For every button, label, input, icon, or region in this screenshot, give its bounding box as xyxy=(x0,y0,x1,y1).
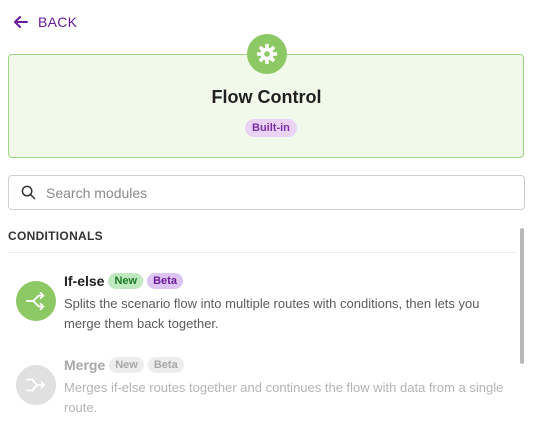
module-description: Merges if-else routes together and conti… xyxy=(64,380,504,415)
merge-icon xyxy=(16,365,56,405)
section-divider xyxy=(8,252,516,253)
search-icon xyxy=(21,185,36,200)
new-badge: New xyxy=(109,357,144,373)
page-title: Flow Control xyxy=(211,87,322,107)
search-box[interactable] xyxy=(8,175,525,210)
module-name: If-else xyxy=(64,273,105,289)
module-description: Splits the scenario flow into multiple r… xyxy=(64,296,480,331)
new-badge: New xyxy=(108,273,144,289)
split-icon xyxy=(16,281,56,321)
scrollbar[interactable] xyxy=(520,228,524,364)
module-name-row: Merge New Beta xyxy=(64,357,184,373)
module-if-else[interactable]: If-else New Beta Splits the scenario flo… xyxy=(8,273,513,333)
gear-icon xyxy=(247,34,287,74)
built-in-badge: Built-in xyxy=(245,119,297,137)
module-name-row: If-else New Beta xyxy=(64,273,183,289)
arrow-left-icon xyxy=(14,16,28,28)
search-input[interactable] xyxy=(44,183,488,202)
module-merge[interactable]: Merge New Beta Merges if-else routes tog… xyxy=(8,357,513,417)
section-title: CONDITIONALS xyxy=(8,229,103,243)
module-name: Merge xyxy=(64,357,106,373)
back-label: BACK xyxy=(38,14,78,30)
back-button[interactable]: BACK xyxy=(14,14,77,30)
beta-badge: Beta xyxy=(147,273,183,289)
beta-badge: Beta xyxy=(147,357,184,373)
